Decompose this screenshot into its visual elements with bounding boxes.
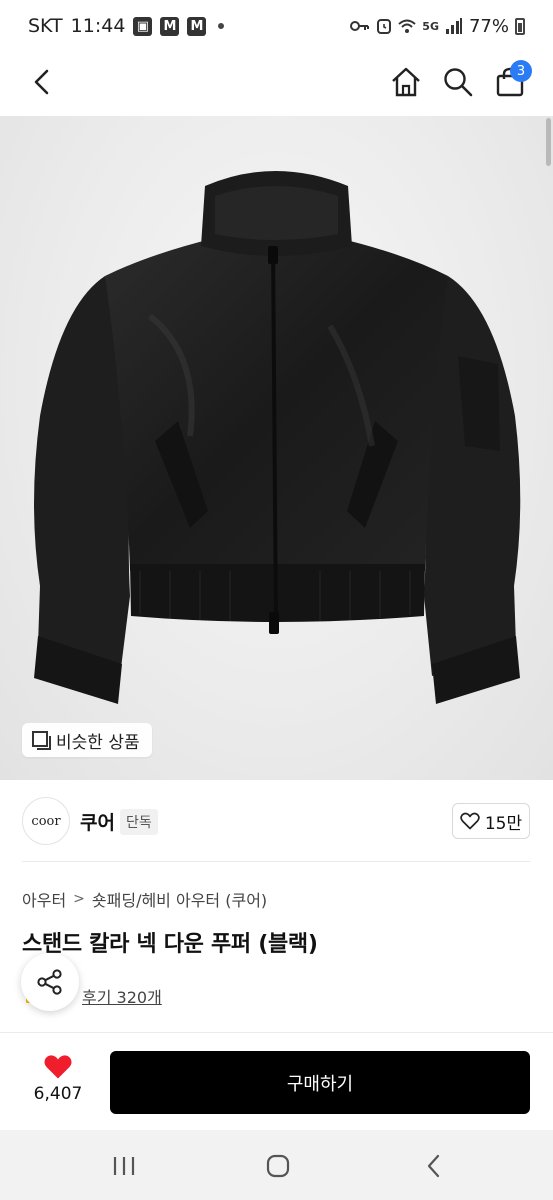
recents-icon [113,1157,135,1175]
notification-dot [218,23,225,29]
purchase-bar: 6,407 구매하기 [0,1033,553,1130]
brand-like-count: 15만 [484,813,523,834]
app-header: 3 [0,52,553,114]
cart-count-badge: 3 [510,60,532,82]
m-icon: M [160,16,180,36]
buy-button[interactable]: 구매하기 [110,1051,530,1114]
search-button[interactable] [438,60,478,104]
recents-button[interactable] [96,1144,152,1188]
similar-products-label: 비슷한 상품 [56,732,140,753]
signal-icon [445,18,462,34]
product-page: SKT 11:44 ▣ M M 5G 77% 3 비슷한 상품 coor 쿠어 … [0,0,553,1200]
brand-logo[interactable]: coor [22,797,70,845]
carrier-label: SKT [28,15,63,37]
wishlist-count: 6,407 [33,1084,83,1104]
search-icon [444,68,473,97]
exclusive-badge: 단독 [120,809,158,835]
status-left: SKT 11:44 ▣ M M [28,15,225,37]
m-icon: M [187,16,207,36]
brand-row: coor 쿠어 단독 15만 [0,780,553,862]
key-icon [350,21,370,31]
back-icon [427,1154,440,1178]
product-image[interactable]: 비슷한 상품 [0,116,553,780]
gallery-icon: ▣ [133,16,153,36]
home-nav-button[interactable] [250,1144,306,1188]
system-nav-bar [0,1130,553,1200]
share-button[interactable] [21,953,79,1011]
similar-items-icon [32,731,51,750]
brand-name[interactable]: 쿠어 [80,808,115,835]
heart-filled-icon [44,1055,72,1079]
black-bomber-jacket-image [34,171,521,704]
wishlist-button[interactable]: 6,407 [22,1053,94,1104]
clock: 11:44 [70,15,126,37]
review-count-link[interactable]: 후기 320개 [82,984,162,1008]
divider [22,861,531,862]
breadcrumb: 아우터 > 숏패딩/헤비 아우터 (쿠어) [22,887,267,911]
home-icon [392,67,420,97]
scroll-indicator[interactable] [546,118,551,166]
breadcrumb-subcategory[interactable]: 숏패딩/헤비 아우터 (쿠어) [92,887,267,911]
product-title: 스탠드 칼라 넥 다운 푸퍼 (블랙) [22,932,318,957]
back-nav-button[interactable] [406,1144,462,1188]
status-right: 5G 77% [350,16,525,37]
home-button[interactable] [386,60,426,104]
back-button[interactable] [22,62,62,102]
status-bar: SKT 11:44 ▣ M M 5G 77% [0,0,553,52]
home-circle-icon [266,1154,290,1178]
similar-products-button[interactable]: 비슷한 상품 [22,723,152,757]
battery-percent: 77% [468,15,509,37]
breadcrumb-category[interactable]: 아우터 [22,887,66,911]
wifi-icon [398,19,416,33]
back-arrow-icon [34,69,49,95]
battery-icon [515,17,525,35]
alarm-icon [377,19,392,34]
chevron-right-icon: > [73,891,85,907]
cart-button[interactable]: 3 [490,60,532,104]
heart-outline-icon [460,812,480,830]
network-type: 5G [422,19,439,33]
brand-logo-text: coor [31,813,61,829]
share-icon [37,969,62,995]
brand-like-button[interactable]: 15만 [452,803,530,839]
